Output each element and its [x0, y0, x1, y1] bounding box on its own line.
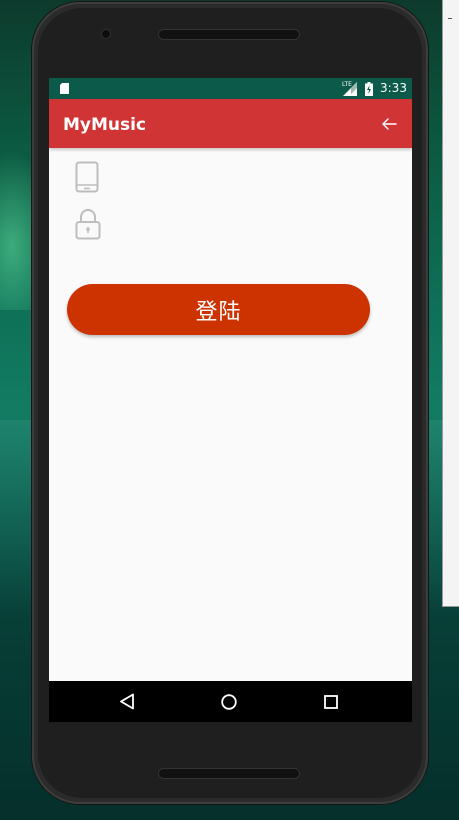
arrow-left-icon[interactable]	[381, 116, 397, 132]
phone-number-input[interactable]	[113, 163, 397, 195]
nav-home-icon[interactable]	[221, 694, 237, 710]
status-bar: LTE 3:33	[49, 78, 412, 99]
panel-tick	[448, 18, 452, 19]
lock-icon	[75, 209, 101, 240]
nav-recents-icon[interactable]	[324, 695, 338, 709]
phone-screen: LTE 3:33 MyMusic 登陆	[49, 78, 412, 722]
battery-charging-icon	[365, 82, 373, 96]
login-button[interactable]: 登陆	[67, 284, 370, 335]
app-title: MyMusic	[63, 115, 147, 135]
front-camera	[102, 30, 110, 38]
smartphone-icon	[75, 161, 99, 193]
sd-card-icon	[60, 83, 69, 94]
app-bar: MyMusic	[49, 99, 412, 148]
bottom-speaker	[158, 768, 300, 779]
password-input[interactable]	[113, 210, 397, 242]
status-time: 3:33	[380, 81, 407, 95]
navigation-bar	[49, 681, 412, 722]
nav-back-icon[interactable]	[119, 693, 135, 710]
earpiece-speaker	[158, 29, 300, 40]
network-type-label: LTE	[342, 81, 352, 88]
desktop-side-panel	[442, 0, 459, 607]
